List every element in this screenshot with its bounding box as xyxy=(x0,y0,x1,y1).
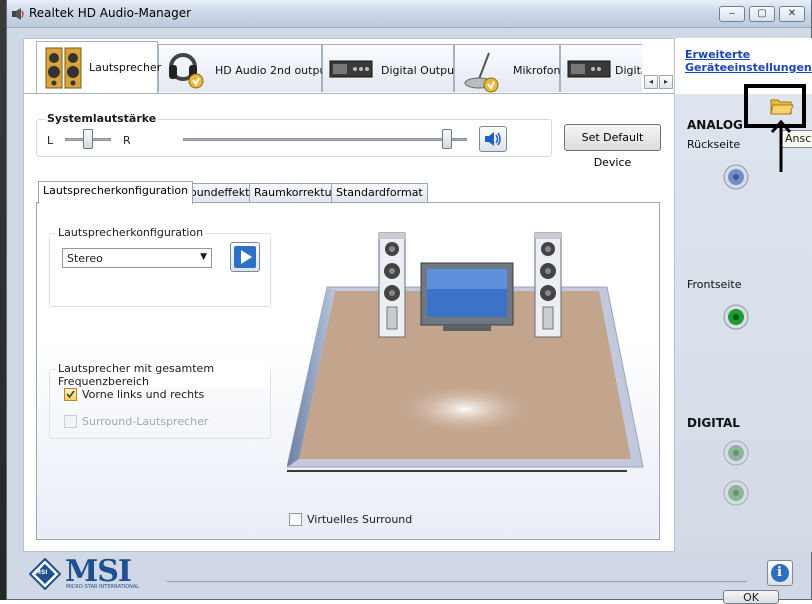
front-panel-label: Frontseite xyxy=(687,278,742,291)
digital-heading: DIGITAL xyxy=(687,416,740,430)
title-bar[interactable]: Realtek HD Audio-Manager ‒ ▢ ✕ xyxy=(7,0,811,28)
digital-jack-1[interactable] xyxy=(723,440,749,466)
balance-slider-thumb[interactable] xyxy=(83,129,93,149)
info-button[interactable]: i xyxy=(767,560,793,586)
tab-lautsprecher[interactable]: Lautsprecher xyxy=(36,41,162,93)
full-range-speakers-group: Lautsprecher mit gesamtem Frequenzbereic… xyxy=(49,362,271,439)
full-range-label: Lautsprecher mit gesamtem Frequenzbereic… xyxy=(56,362,270,388)
tab-digital-output[interactable]: Digital Output xyxy=(322,44,458,92)
digital-input-icon xyxy=(567,60,611,78)
speaker-volume-icon xyxy=(485,132,501,146)
advanced-settings-link-line2[interactable]: Geräteeinstellungen xyxy=(685,61,812,74)
scroll-right-button[interactable]: ▸ xyxy=(659,75,673,89)
left-speaker-icon xyxy=(378,232,406,338)
system-volume-group: Systemlautstärke L R xyxy=(36,112,552,157)
monitor-icon xyxy=(420,262,514,331)
balance-left-label: L xyxy=(47,134,54,147)
headphones-icon xyxy=(169,53,204,89)
analog-heading: ANALOG xyxy=(687,118,743,132)
volume-track xyxy=(183,138,467,141)
digital-jack-2[interactable] xyxy=(723,480,749,506)
tab-default-format[interactable]: Standardformat xyxy=(331,183,428,203)
ok-button[interactable]: OK xyxy=(723,590,779,604)
balance-right-label: R xyxy=(123,134,131,147)
minimize-button[interactable]: ‒ xyxy=(719,6,745,22)
tab-label: Digita xyxy=(615,64,642,77)
front-left-right-checkbox[interactable] xyxy=(64,388,77,401)
audio-manager-window: Realtek HD Audio-Manager ‒ ▢ ✕ Lautsprec… xyxy=(6,0,812,604)
virtual-surround-checkbox[interactable] xyxy=(289,513,302,526)
tab-label: Mikrofon xyxy=(513,64,561,77)
device-tab-strip: Lautsprecher HD Audio 2nd output Digital… xyxy=(36,41,642,93)
rear-panel-label: Rückseite xyxy=(687,138,741,151)
tab-label: HD Audio 2nd output xyxy=(215,64,331,77)
virtual-surround-label: Virtuelles Surround xyxy=(307,513,413,526)
speaker-config-dropdown[interactable]: Stereo ▼ xyxy=(62,248,212,268)
volume-slider-thumb[interactable] xyxy=(442,129,453,149)
annotation-arrow-icon xyxy=(770,119,792,172)
msi-badge-text: MSI xyxy=(35,569,48,576)
surround-speakers-label: Surround-Lautsprecher xyxy=(82,415,209,428)
tab-mikrofon[interactable]: Mikrofon xyxy=(454,44,561,93)
tab-label: Lautsprecher xyxy=(89,61,162,74)
advanced-settings-link-line1[interactable]: Erweiterte xyxy=(685,48,750,61)
system-volume-label: Systemlautstärke xyxy=(45,112,159,125)
tab-divider xyxy=(24,93,674,94)
room-visualization xyxy=(287,232,644,472)
tab-digital-input[interactable]: Digita xyxy=(560,44,642,92)
maximize-button[interactable]: ▢ xyxy=(749,6,775,22)
speaker-configuration-panel: Lautsprecherkonfiguration Stereo ▼ Lauts… xyxy=(36,202,660,540)
front-jack-green[interactable] xyxy=(723,304,749,330)
play-test-button[interactable] xyxy=(230,242,260,272)
msi-logo: MSI MSI MICRO-STAR INTERNATIONAL xyxy=(29,554,159,592)
chevron-down-icon: ▼ xyxy=(200,252,207,262)
tab-label: Digital Output xyxy=(381,64,459,77)
rear-jack-blue[interactable] xyxy=(723,164,749,190)
msi-tagline: MICRO-STAR INTERNATIONAL xyxy=(66,584,140,590)
speaker-config-label: Lautsprecherkonfiguration xyxy=(56,226,206,239)
tab-scroll-buttons: ◂ ▸ xyxy=(644,75,674,89)
set-default-device-button[interactable]: Set Default Device xyxy=(564,124,661,169)
right-speaker-icon xyxy=(534,232,562,338)
checkmark-icon xyxy=(66,390,75,399)
mute-button[interactable] xyxy=(479,126,507,152)
info-glyph: i xyxy=(777,565,782,580)
play-icon xyxy=(234,246,256,268)
folder-icon[interactable] xyxy=(770,96,794,116)
microphone-icon xyxy=(464,52,499,93)
window-title: Realtek HD Audio-Manager xyxy=(29,6,192,20)
surround-speakers-checkbox[interactable] xyxy=(64,415,77,428)
speaker-config-group: Lautsprecherkonfiguration Stereo ▼ xyxy=(49,226,271,307)
tab-hd-audio-2nd-output[interactable]: HD Audio 2nd output xyxy=(158,44,331,92)
speaker-app-icon xyxy=(12,8,24,20)
footer-divider xyxy=(167,581,747,582)
selected-config: Stereo xyxy=(67,252,103,265)
tab-speaker-configuration[interactable]: Lautsprecherkonfiguration xyxy=(38,181,194,204)
speakers-icon xyxy=(45,47,82,89)
main-panel: Lautsprecher HD Audio 2nd output Digital… xyxy=(23,38,675,552)
front-left-right-label: Vorne links und rechts xyxy=(82,388,205,401)
tab-room-correction[interactable]: Raumkorrektur xyxy=(249,183,342,203)
settings-tab-strip: Lautsprecherkonfiguration Soundeffekt Ra… xyxy=(38,181,498,204)
close-button[interactable]: ✕ xyxy=(779,6,805,22)
digital-output-icon xyxy=(329,60,373,78)
scroll-left-button[interactable]: ◂ xyxy=(644,75,658,89)
